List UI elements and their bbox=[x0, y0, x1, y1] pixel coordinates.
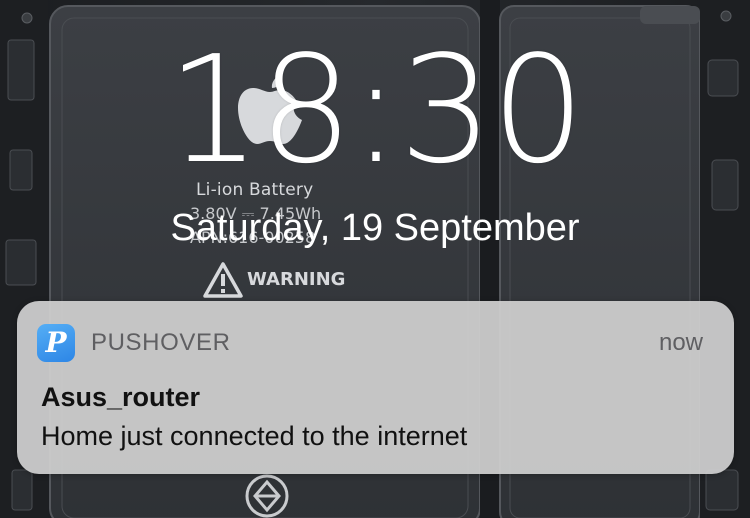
pushover-app-icon: P bbox=[37, 324, 75, 362]
notification-title: Asus_router bbox=[41, 382, 201, 412]
notification-card[interactable]: P PUSHOVER now Asus_router Home just con… bbox=[17, 301, 734, 474]
lock-screen-clock: 18:30 bbox=[166, 24, 586, 196]
warning-icon bbox=[203, 262, 243, 298]
lock-screen-date: Saturday, 19 September bbox=[170, 207, 580, 249]
notification-body: Home just connected to the internet bbox=[41, 421, 468, 451]
notification-time: now bbox=[658, 329, 703, 356]
warning-label: WARNING bbox=[247, 269, 346, 290]
notification-app-name: PUSHOVER bbox=[91, 329, 231, 356]
recycle-emblem-icon bbox=[245, 474, 289, 518]
lock-screen: Li-ion Battery 3.80V ⎓ 7.45Wh APN:616-00… bbox=[0, 0, 750, 518]
